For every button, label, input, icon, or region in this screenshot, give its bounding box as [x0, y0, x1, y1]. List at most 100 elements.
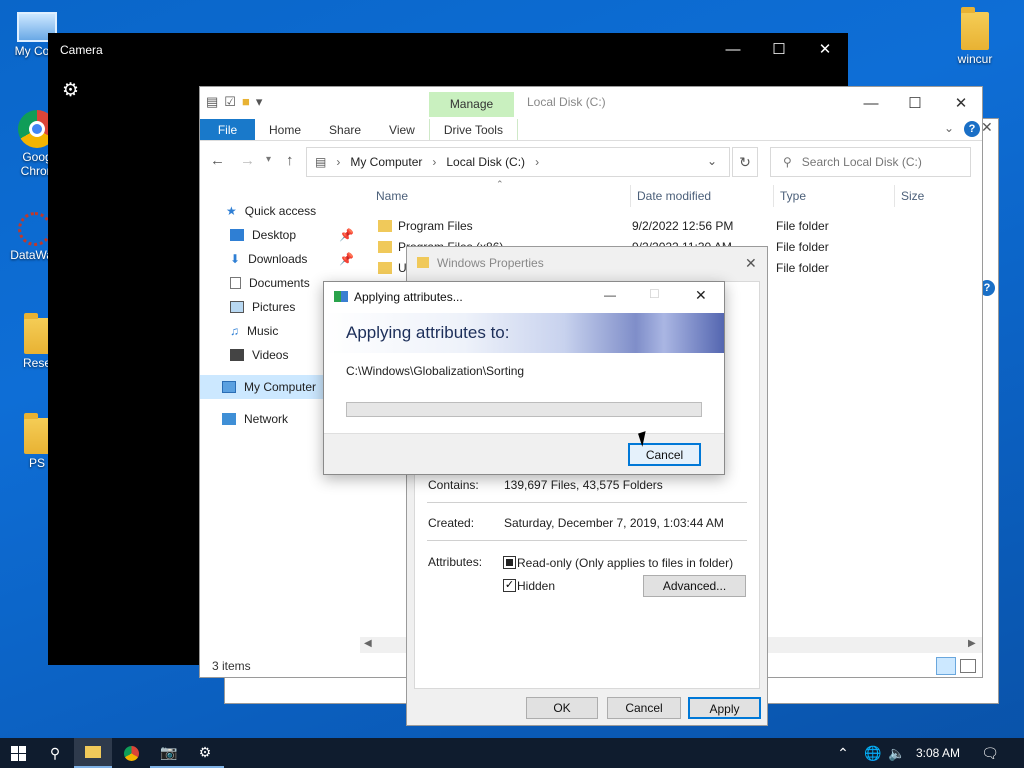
show-hidden-icons-button[interactable]: ⌃: [832, 738, 854, 768]
notification-icon: 🗨: [981, 744, 999, 761]
chevron-down-icon[interactable]: ⌄: [944, 121, 954, 135]
scroll-right-icon[interactable]: ▶: [968, 638, 976, 649]
applying-titlebar[interactable]: Applying attributes... — ☐ ✕: [324, 282, 724, 312]
search-button[interactable]: ⚲: [36, 738, 74, 768]
taskbar-chrome[interactable]: [112, 738, 150, 768]
new-folder-icon[interactable]: ■: [242, 94, 250, 110]
search-input[interactable]: ⚲ Search Local Disk (C:): [770, 147, 971, 177]
ok-button[interactable]: OK: [526, 697, 598, 719]
column-date[interactable]: Date modified: [631, 185, 774, 207]
properties-titlebar[interactable]: Windows Properties ✕: [407, 247, 767, 279]
gear-icon[interactable]: ⚙: [62, 79, 79, 102]
desktop-icon-label: Rese: [22, 356, 51, 370]
pictures-icon: [230, 301, 244, 313]
clock[interactable]: 3:08 AM: [916, 746, 960, 760]
tab-home[interactable]: Home: [255, 119, 315, 140]
folder-icon: [85, 746, 101, 758]
chevron-up-icon: ⌃: [837, 744, 849, 761]
volume-tray-icon[interactable]: 🔈: [886, 738, 908, 768]
desktop-icon: [230, 229, 244, 241]
minimize-button[interactable]: —: [848, 87, 894, 119]
speaker-icon: 🔈: [888, 744, 906, 761]
breadcrumb-my-computer[interactable]: My Computer: [350, 155, 422, 169]
taskbar-settings[interactable]: ⚙: [186, 738, 224, 768]
search-icon: ⚲: [49, 744, 61, 761]
globe-icon: 🌐: [864, 744, 882, 761]
column-name[interactable]: Name: [370, 185, 631, 207]
column-size[interactable]: Size: [895, 185, 975, 207]
minimize-button[interactable]: —: [710, 33, 756, 65]
nav-label: Documents: [249, 276, 310, 290]
forward-arrow-icon[interactable]: →: [240, 152, 255, 169]
applying-banner: Applying attributes to:: [324, 313, 724, 353]
back-arrow-icon[interactable]: ←: [210, 152, 225, 169]
progress-bar: [346, 402, 702, 417]
tab-file[interactable]: File: [200, 119, 255, 140]
scroll-left-icon[interactable]: ◀: [364, 638, 372, 649]
up-arrow-icon[interactable]: ↑: [286, 152, 294, 169]
camera-title: Camera: [60, 43, 103, 57]
nav-downloads[interactable]: ⬇ Downloads 📌: [200, 247, 370, 271]
taskbar-camera[interactable]: 📷: [150, 738, 188, 768]
close-button[interactable]: ✕: [938, 87, 984, 119]
explorer-titlebar[interactable]: ▤ ☑ ■ ▾ Manage Local Disk (C:) — ☐ ✕: [200, 87, 982, 119]
readonly-checkbox[interactable]: [503, 556, 516, 569]
close-button[interactable]: ✕: [802, 33, 848, 65]
apply-button[interactable]: Apply: [688, 697, 761, 719]
tab-view[interactable]: View: [375, 119, 429, 140]
pin-icon[interactable]: 📌: [339, 228, 354, 242]
tab-drive-tools[interactable]: Drive Tools: [428, 119, 518, 140]
tab-share[interactable]: Share: [315, 119, 375, 140]
video-icon: [230, 349, 244, 361]
address-bar[interactable]: ▤ › My Computer › Local Disk (C:) › ⌄: [306, 147, 730, 177]
folder-icon: [378, 261, 392, 274]
applying-path: C:\Windows\Globalization\Sorting: [346, 364, 525, 378]
table-row[interactable]: Program Files 9/2/2022 12:56 PM File fol…: [378, 215, 829, 236]
start-button[interactable]: [0, 738, 36, 768]
row-date: 9/2/2022 12:56 PM: [632, 218, 734, 233]
properties-icon[interactable]: ☑: [224, 94, 236, 110]
chevron-down-icon[interactable]: ▾: [256, 94, 263, 110]
help-icon[interactable]: ?: [964, 121, 980, 137]
desktop-icon-wincur[interactable]: wincur: [938, 7, 1012, 66]
nav-quick-access[interactable]: ★ Quick access: [200, 199, 370, 223]
maximize-button[interactable]: ☐: [756, 33, 802, 65]
close-button[interactable]: ✕: [745, 247, 757, 279]
status-item-count: 3 items: [212, 659, 251, 673]
nav-desktop[interactable]: Desktop 📌: [200, 223, 370, 247]
taskbar-file-explorer[interactable]: [74, 738, 112, 768]
details-view-icon[interactable]: [936, 657, 956, 675]
maximize-button: ☐: [649, 287, 660, 301]
applying-attributes-dialog[interactable]: Applying attributes... — ☐ ✕ Applying at…: [323, 281, 725, 475]
advanced-button[interactable]: Advanced...: [643, 575, 746, 597]
pin-icon[interactable]: 📌: [339, 252, 354, 266]
cancel-button[interactable]: Cancel: [628, 443, 701, 466]
row-name: Program Files: [398, 218, 473, 233]
breadcrumb-local-disk[interactable]: Local Disk (C:): [446, 155, 525, 169]
nav-label: Downloads: [248, 252, 308, 266]
nav-label: Videos: [252, 348, 289, 362]
column-type[interactable]: Type: [774, 185, 895, 207]
close-button[interactable]: ✕: [695, 287, 707, 304]
refresh-icon[interactable]: ↻: [732, 147, 758, 177]
applying-heading: Applying attributes to:: [346, 323, 510, 342]
folder-icon: [417, 257, 429, 268]
created-value: Saturday, December 7, 2019, 1:03:44 AM: [504, 516, 724, 530]
network-tray-icon[interactable]: 🌐: [862, 738, 884, 768]
address-dropdown-icon[interactable]: ⌄: [707, 154, 717, 168]
search-placeholder: Search Local Disk (C:): [801, 155, 922, 169]
maximize-button[interactable]: ☐: [892, 87, 938, 119]
folder-icon: [24, 413, 50, 454]
recent-chevron-icon[interactable]: ▾: [266, 154, 271, 165]
notifications-button[interactable]: 🗨: [972, 738, 1008, 768]
hidden-checkbox[interactable]: ✓: [503, 579, 516, 592]
cancel-button[interactable]: Cancel: [607, 697, 681, 719]
large-icons-view-icon[interactable]: [960, 659, 976, 673]
divider: [427, 540, 747, 541]
folder-icon: [961, 7, 989, 50]
minimize-button[interactable]: —: [604, 288, 616, 302]
drive-icon: ▤: [315, 155, 327, 169]
tab-manage[interactable]: Manage: [429, 92, 514, 117]
folder-icon: [378, 219, 392, 232]
app-icon: [18, 212, 52, 246]
